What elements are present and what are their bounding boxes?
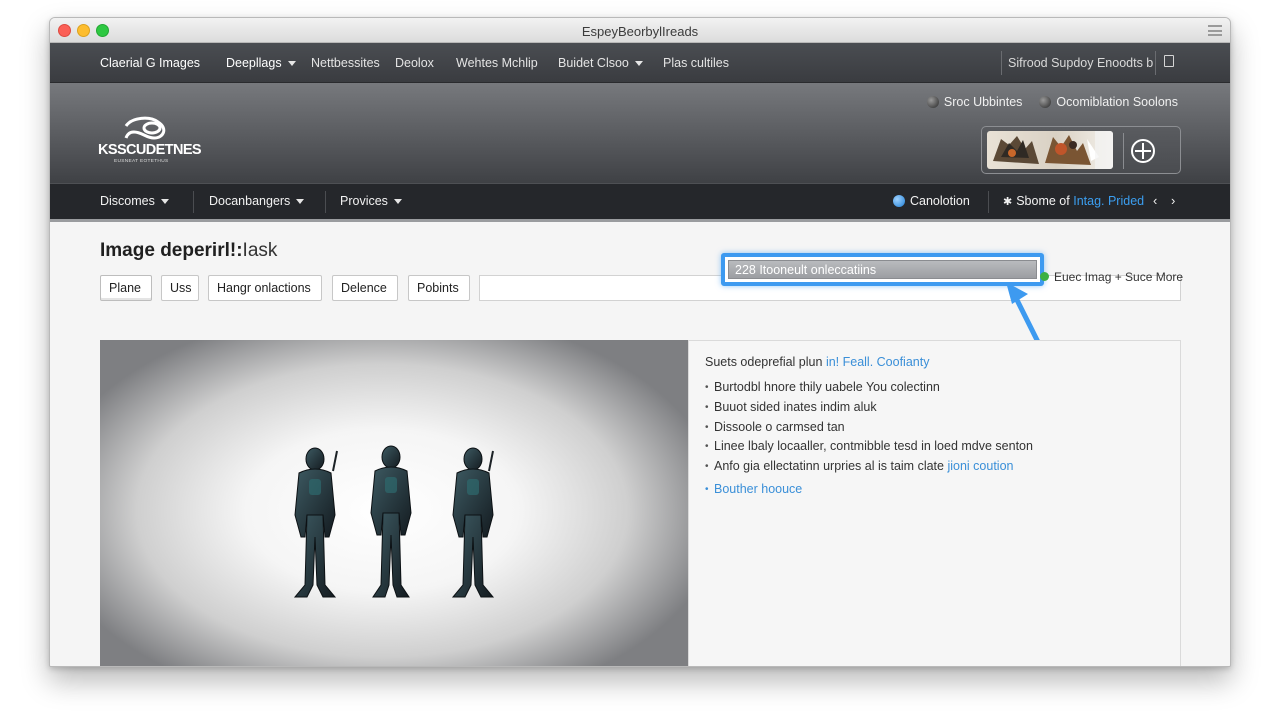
character-figures-image — [293, 445, 495, 598]
secnav-item-discomes[interactable]: Discomes — [100, 194, 169, 208]
info-intro-link[interactable]: in! Feall. Coofianty — [826, 355, 930, 369]
tab-uss[interactable]: Uss — [161, 275, 199, 301]
topnav-item-wehtes-mchlip[interactable]: Wehtes Mchlip — [456, 56, 538, 70]
list-item: Burtodbl hnore thily uabele You colectin… — [705, 378, 1033, 398]
browser-window: EspeyBeorbylIreads Claerial G Images Dee… — [49, 17, 1231, 667]
status-dot-icon — [893, 195, 905, 207]
crosshair-icon[interactable] — [1130, 138, 1156, 164]
caret-down-icon — [393, 199, 402, 205]
more-images-link[interactable]: Euec Imag + Suce More — [1040, 270, 1183, 284]
menu-icon[interactable] — [1208, 25, 1222, 36]
search-input-highlight[interactable]: 228 Itooneult onleccatiins — [721, 253, 1044, 286]
secnav-canolotion[interactable]: Canolotion — [893, 194, 970, 208]
caret-down-icon — [287, 61, 296, 67]
topnav-divider — [1001, 51, 1002, 75]
tab-delence[interactable]: Delence — [332, 275, 398, 301]
site-header: KSSCUDETNES EUSNEAT EOTETHUS Sroc Ubbint… — [50, 83, 1230, 183]
footer-link[interactable]: Bouther hoouce — [705, 480, 1033, 500]
svg-text:KSSCUDETNES: KSSCUDETNES — [98, 142, 202, 158]
info-panel: Suets odeprefial plun in! Feall. Coofian… — [688, 340, 1181, 666]
list-item-link[interactable]: jioni coution — [947, 459, 1013, 473]
page-title: Image deperirl!:Iask — [100, 240, 278, 261]
tab-pobints[interactable]: Pobints — [408, 275, 470, 301]
list-item: Anfo gia ellectatinn urpries al is taim … — [705, 457, 1033, 477]
tab-plane[interactable]: Plane — [100, 275, 152, 301]
svg-text:EUSNEAT EOTETHUS: EUSNEAT EOTETHUS — [114, 158, 168, 164]
list-item: Buuot sided inates indim aluk — [705, 398, 1033, 418]
topnav-item-plas-cultiles[interactable]: Plas cultiles — [663, 56, 729, 70]
secnav-divider — [988, 191, 989, 213]
hero-link-sroc-ubbintes[interactable]: Sroc Ubbintes — [926, 95, 1022, 109]
topnav-item-nettbessites[interactable]: Nettbessites — [311, 56, 380, 70]
caret-down-icon — [160, 199, 169, 205]
secondary-nav: Discomes Docanbangers Provices Canolotio… — [50, 183, 1230, 222]
featured-thumbnail[interactable] — [987, 131, 1113, 169]
globe-icon — [1039, 96, 1052, 108]
caret-down-icon — [634, 61, 643, 67]
hero-link-ocomiblation-soolons[interactable]: Ocomiblation Soolons — [1039, 95, 1178, 109]
secnav-status: ✱ Sbome of Intag. Prided — [1003, 194, 1145, 208]
tab-hangr-onlactions[interactable]: Hangr onlactions — [208, 275, 322, 301]
bulb-icon: ✱ — [1003, 196, 1013, 208]
hero-image-widget — [981, 126, 1181, 174]
preview-image — [100, 340, 688, 666]
status-dot-icon — [1040, 272, 1049, 281]
title-bar: EspeyBeorbylIreads — [50, 18, 1230, 43]
topnav-item-deolox[interactable]: Deolox — [395, 56, 434, 70]
top-nav: Claerial G Images Deepllags Nettbessites… — [50, 43, 1230, 83]
secnav-item-provices[interactable]: Provices — [340, 194, 402, 208]
caret-down-icon — [296, 199, 305, 205]
window-title: EspeyBeorbylIreads — [581, 24, 699, 39]
topnav-divider — [1155, 51, 1156, 75]
secnav-divider — [193, 191, 194, 213]
hero-links: Sroc Ubbintes Ocomiblation Soolons — [926, 95, 1178, 109]
search-input[interactable]: 228 Itooneult onleccatiins — [728, 260, 1037, 279]
chevron-right-icon[interactable]: › — [1171, 193, 1175, 208]
info-bullet-list: Burtodbl hnore thily uabele You colectin… — [705, 378, 1033, 500]
list-item: Dissoole o carmsed tan — [705, 418, 1033, 438]
secnav-item-docanbangers[interactable]: Docanbangers — [209, 194, 305, 208]
info-intro: Suets odeprefial plun in! Feall. Coofian… — [705, 355, 930, 369]
secnav-status-link[interactable]: Intag. Prided — [1073, 194, 1144, 208]
list-item: Linee lbaly locaaller, contmibble tesd i… — [705, 437, 1033, 457]
topnav-item-buidet-clsoo[interactable]: Buidet Clsoo — [558, 56, 643, 70]
site-logo[interactable]: KSSCUDETNES EUSNEAT EOTETHUS — [98, 116, 208, 166]
topnav-account-link[interactable]: Sifrood Supdoy Enoodts b — [1008, 56, 1153, 70]
window-icon[interactable] — [1164, 55, 1174, 67]
topnav-item-deepllags[interactable]: Deepllags — [226, 56, 296, 70]
main-content: Image deperirl!:Iask Plane Uss Hangr onl… — [50, 222, 1230, 666]
chevron-left-icon[interactable]: ‹ — [1153, 193, 1157, 208]
hero-widget-divider — [1123, 133, 1124, 169]
topnav-item-claerial-images[interactable]: Claerial G Images — [100, 56, 200, 70]
secnav-divider — [325, 191, 326, 213]
globe-icon — [926, 96, 939, 108]
